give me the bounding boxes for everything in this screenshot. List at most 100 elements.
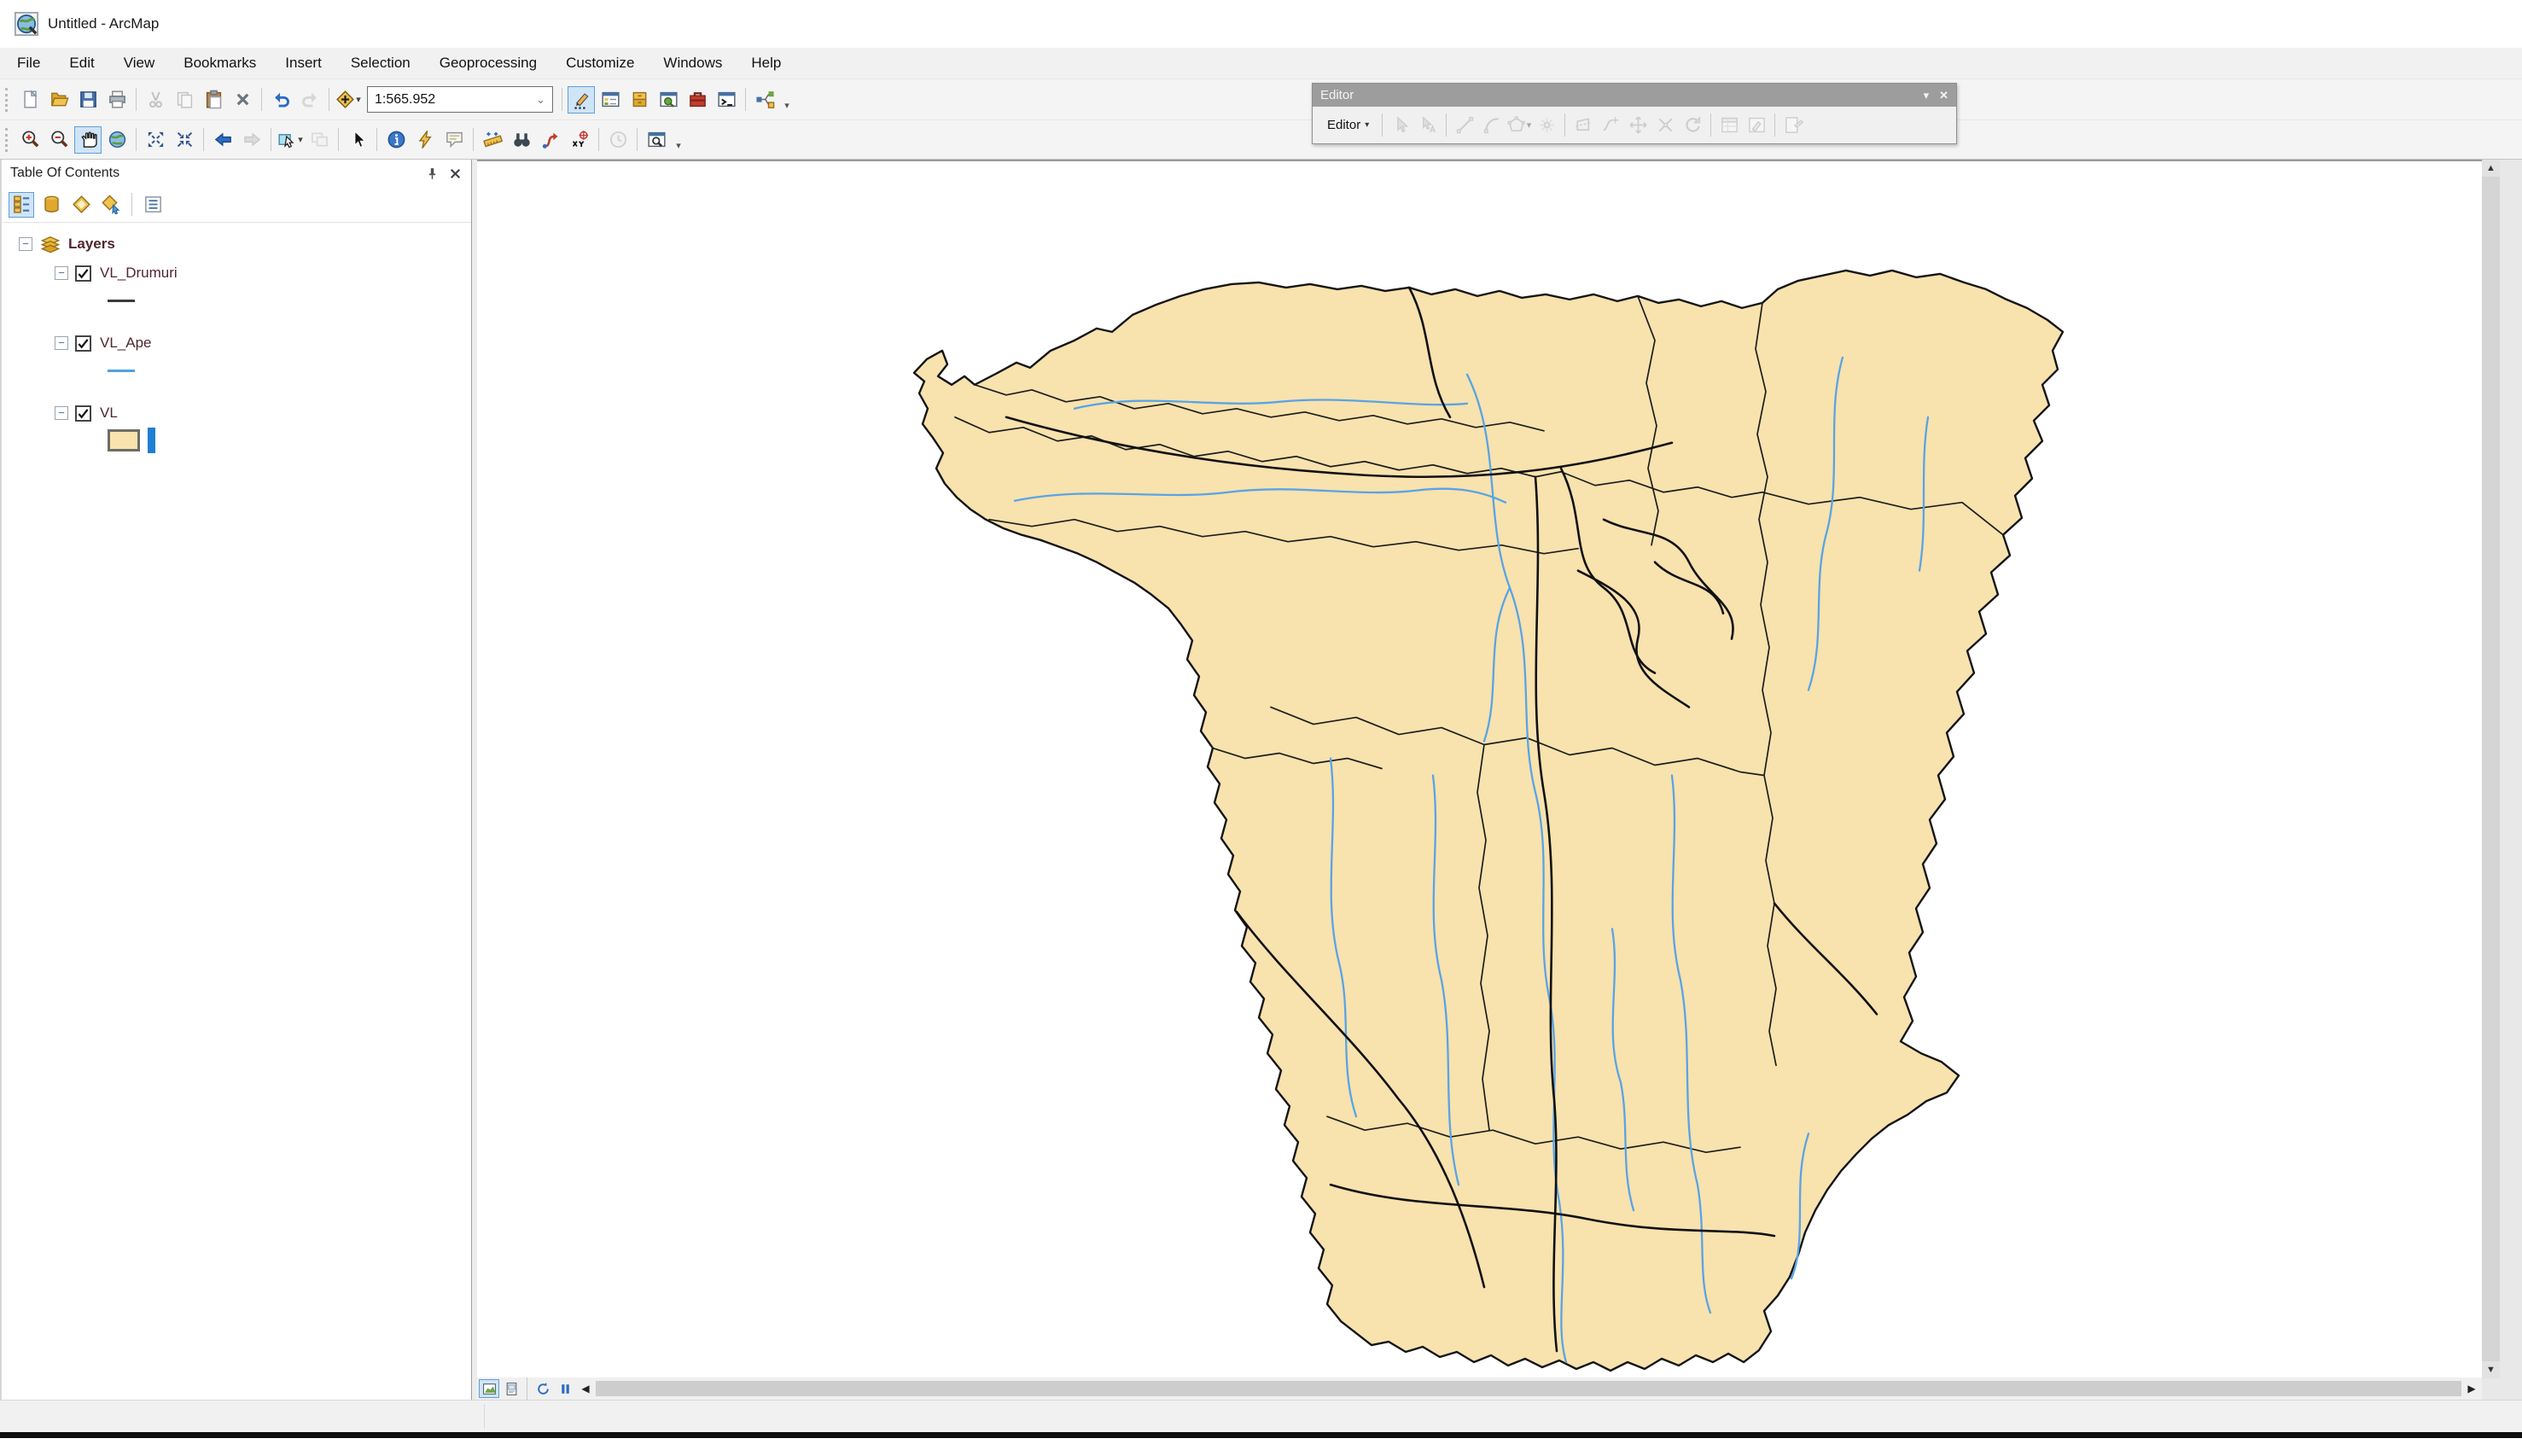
undo-button[interactable] bbox=[267, 86, 294, 114]
close-icon[interactable] bbox=[448, 166, 463, 181]
chevron-down-icon[interactable]: ⌄ bbox=[536, 93, 545, 107]
html-popup-button[interactable] bbox=[440, 126, 468, 154]
menu-file[interactable]: File bbox=[17, 55, 40, 72]
expander-minus-icon[interactable]: − bbox=[55, 336, 68, 350]
expander-minus-icon[interactable]: − bbox=[55, 406, 68, 420]
list-by-source-button[interactable] bbox=[38, 192, 64, 218]
list-by-visibility-button[interactable] bbox=[68, 192, 94, 218]
menu-windows[interactable]: Windows bbox=[663, 55, 722, 72]
e-create-features-icon bbox=[1784, 115, 1803, 135]
search-window-button[interactable] bbox=[655, 86, 682, 114]
arctoolbox-button[interactable] bbox=[684, 86, 711, 114]
scroll-right-arrow[interactable]: ▶ bbox=[2463, 1380, 2480, 1397]
layout-view-button[interactable] bbox=[501, 1379, 521, 1398]
layer-visibility-checkbox[interactable] bbox=[75, 405, 91, 422]
add-data-button[interactable]: ▾ bbox=[335, 86, 362, 114]
open-button[interactable] bbox=[45, 86, 73, 114]
toolbar-separator bbox=[136, 128, 137, 151]
fixed-zoom-out-icon bbox=[175, 130, 195, 149]
editor-toolbar-toggle-button[interactable] bbox=[568, 86, 595, 114]
zoom-in-button[interactable] bbox=[16, 126, 44, 154]
layer-label[interactable]: VL bbox=[100, 405, 118, 422]
vertical-scrollbar[interactable]: ▲ ▼ bbox=[2482, 160, 2500, 1378]
full-extent-button[interactable] bbox=[103, 126, 131, 154]
toolbar-grip[interactable] bbox=[5, 128, 10, 152]
copy-button bbox=[171, 86, 198, 114]
create-features-window-button bbox=[1780, 113, 1806, 138]
menu-selection[interactable]: Selection bbox=[351, 55, 411, 72]
delete-button[interactable] bbox=[229, 86, 256, 114]
list-by-drawing-order-button[interactable] bbox=[9, 192, 34, 218]
identify-button[interactable] bbox=[382, 126, 410, 154]
python-window-button[interactable] bbox=[713, 86, 740, 114]
layer-visibility-checkbox[interactable] bbox=[75, 335, 91, 352]
layer-label[interactable]: VL_Ape bbox=[100, 335, 152, 352]
find-route-button[interactable] bbox=[537, 126, 564, 154]
new-document-button[interactable] bbox=[16, 86, 44, 114]
menu-help[interactable]: Help bbox=[751, 55, 781, 72]
measure-button[interactable] bbox=[479, 126, 506, 154]
go-to-xy-button[interactable] bbox=[566, 126, 593, 154]
modelbuilder-button[interactable] bbox=[751, 86, 778, 114]
pin-icon[interactable] bbox=[425, 166, 440, 181]
list-selection-icon bbox=[102, 195, 121, 214]
paste-button[interactable] bbox=[200, 86, 227, 114]
arcmap-window: Untitled - ArcMap FileEditViewBookmarksI… bbox=[0, 0, 2522, 1456]
fixed-zoom-in-button[interactable] bbox=[142, 126, 169, 154]
editor-toolbar-close-icon[interactable]: ✕ bbox=[1939, 89, 1948, 102]
cut-button bbox=[142, 86, 169, 114]
layer-symbol[interactable] bbox=[108, 286, 471, 315]
map-canvas[interactable] bbox=[477, 160, 2482, 1377]
scroll-down-arrow[interactable]: ▼ bbox=[2482, 1361, 2500, 1378]
expander-minus-icon[interactable]: − bbox=[19, 237, 32, 251]
fixed-zoom-out-button[interactable] bbox=[171, 126, 198, 154]
menu-edit[interactable]: Edit bbox=[69, 55, 94, 72]
back-extent-button[interactable] bbox=[209, 126, 236, 154]
viewer-window-button[interactable] bbox=[643, 126, 670, 154]
layer-symbol[interactable] bbox=[108, 356, 471, 385]
menu-view[interactable]: View bbox=[124, 55, 155, 72]
toolbar-overflow-button[interactable]: ▾ bbox=[780, 87, 794, 113]
select-features-button[interactable]: ▾ bbox=[277, 126, 304, 154]
scroll-up-arrow[interactable]: ▲ bbox=[2482, 160, 2500, 177]
editor-toolbar-dropdown-icon[interactable]: ▾ bbox=[1924, 89, 1930, 102]
data-view-icon bbox=[482, 1382, 497, 1396]
scroll-left-arrow[interactable]: ◀ bbox=[577, 1380, 594, 1397]
horizontal-scrollbar[interactable] bbox=[596, 1381, 2461, 1396]
hyperlink-button[interactable] bbox=[411, 126, 439, 154]
county-polygon bbox=[914, 271, 2063, 1371]
refresh-view-button[interactable] bbox=[533, 1379, 553, 1398]
fixed-zoom-in-icon bbox=[146, 130, 166, 149]
arcmap-app-icon bbox=[14, 11, 39, 37]
editor-toolbar-titlebar[interactable]: Editor ▾ ✕ bbox=[1313, 84, 1956, 107]
toolbar-overflow-button[interactable]: ▾ bbox=[672, 127, 685, 153]
scale-input[interactable]: 1:565.952⌄ bbox=[367, 86, 553, 113]
menu-insert[interactable]: Insert bbox=[285, 55, 322, 72]
find-button[interactable] bbox=[508, 126, 535, 154]
select-elements-button[interactable] bbox=[344, 126, 371, 154]
toc-options-button[interactable] bbox=[140, 192, 166, 218]
expander-minus-icon[interactable]: − bbox=[55, 266, 68, 280]
toolbar-grip[interactable] bbox=[5, 88, 10, 112]
layer-symbol[interactable] bbox=[108, 426, 471, 455]
catalog-window-button[interactable] bbox=[626, 86, 653, 114]
edit-annotation-tool-button bbox=[1415, 113, 1441, 138]
editor-menu-button[interactable]: Editor ▾ bbox=[1319, 114, 1377, 137]
data-view-button[interactable] bbox=[479, 1379, 499, 1398]
layer-visibility-checkbox[interactable] bbox=[75, 265, 91, 282]
table-of-contents-toggle-button[interactable] bbox=[597, 86, 624, 114]
toolbar-separator bbox=[338, 128, 339, 151]
layer-label[interactable]: VL_Drumuri bbox=[100, 265, 178, 282]
menu-geoprocessing[interactable]: Geoprocessing bbox=[440, 55, 537, 72]
print-button[interactable] bbox=[103, 86, 131, 114]
menu-bookmarks[interactable]: Bookmarks bbox=[183, 55, 256, 72]
save-button[interactable] bbox=[74, 86, 102, 114]
menu-customize[interactable]: Customize bbox=[566, 55, 634, 72]
pan-button[interactable] bbox=[74, 126, 102, 154]
list-by-selection-button[interactable] bbox=[98, 192, 124, 218]
zoom-out-button[interactable] bbox=[45, 126, 73, 154]
pause-drawing-button[interactable] bbox=[555, 1379, 575, 1398]
check-icon bbox=[77, 407, 90, 420]
layers-group-label[interactable]: Layers bbox=[68, 236, 115, 253]
undo-icon bbox=[271, 90, 291, 109]
